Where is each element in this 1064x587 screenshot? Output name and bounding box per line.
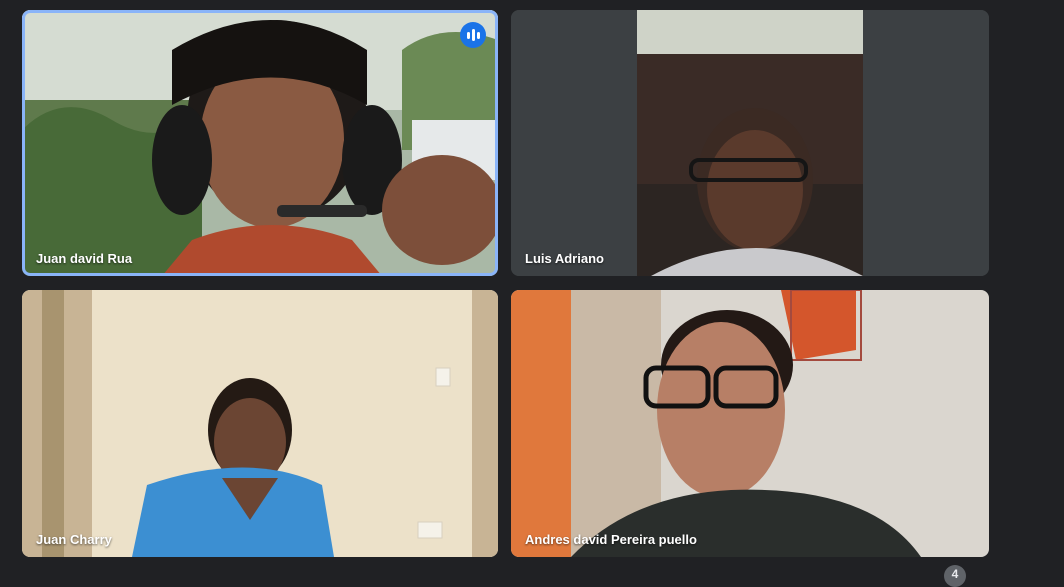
video-tile-luis-adriano[interactable]: Luis Adriano — [511, 10, 989, 276]
participant-video — [511, 10, 989, 276]
video-tile-andres-david-pereira-puello[interactable]: Andres david Pereira puello — [511, 290, 989, 557]
participant-name: Juan Charry — [36, 532, 112, 547]
participant-video — [22, 10, 498, 276]
video-tile-juan-david-rua[interactable]: Juan david Rua — [22, 10, 498, 276]
hidden-participants-count[interactable]: 4 — [944, 565, 966, 587]
participant-name: Andres david Pereira puello — [525, 532, 697, 547]
participant-video — [511, 290, 989, 557]
video-tile-juan-charry[interactable]: Juan Charry — [22, 290, 498, 557]
participant-video — [22, 290, 498, 557]
audio-level-icon — [460, 22, 486, 48]
participant-name: Luis Adriano — [525, 251, 604, 266]
participant-name: Juan david Rua — [36, 251, 133, 266]
